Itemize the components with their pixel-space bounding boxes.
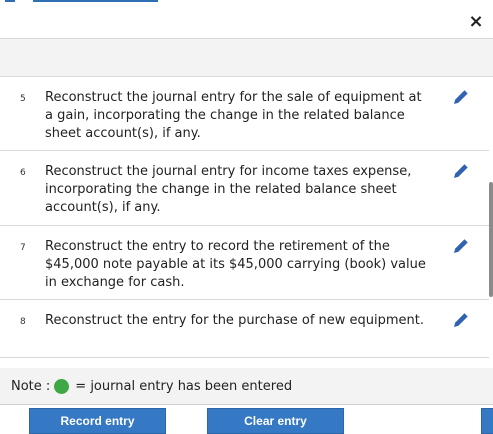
note-legend: Note : = journal entry has been entered	[0, 368, 493, 405]
task-text: Reconstruct the journal entry for the sa…	[45, 90, 422, 141]
task-number: 8	[20, 317, 26, 327]
task-list: 5 Reconstruct the journal entry for the …	[0, 77, 489, 358]
partial-button[interactable]	[481, 408, 493, 434]
note-label: Note :	[11, 378, 51, 394]
edit-pencil-icon[interactable]	[453, 238, 469, 254]
task-number: 6	[20, 168, 26, 178]
close-button[interactable]: ×	[467, 13, 485, 31]
task-row[interactable]: 8 Reconstruct the entry for the purchase…	[0, 300, 489, 358]
task-row[interactable]: 6 Reconstruct the journal entry for inco…	[0, 151, 489, 226]
task-row[interactable]: 5 Reconstruct the journal entry for the …	[0, 77, 489, 151]
top-tab-indicator	[33, 0, 158, 2]
entered-status-dot-icon	[54, 378, 70, 394]
edit-pencil-icon[interactable]	[453, 89, 469, 105]
task-text: Reconstruct the journal entry for income…	[45, 164, 412, 215]
dialog-title-bar: ×	[0, 3, 493, 39]
close-icon: ×	[468, 11, 484, 32]
task-row[interactable]: 7 Reconstruct the entry to record the re…	[0, 226, 489, 300]
record-entry-button[interactable]: Record entry	[29, 408, 166, 434]
edit-pencil-icon[interactable]	[453, 163, 469, 179]
task-number: 5	[20, 94, 26, 104]
note-legend-text: = journal entry has been entered	[75, 378, 293, 394]
scrollbar-thumb[interactable]	[489, 182, 493, 297]
task-text: Reconstruct the entry for the purchase o…	[45, 313, 425, 328]
edit-pencil-icon[interactable]	[453, 312, 469, 328]
header-band	[0, 39, 493, 77]
clear-entry-button[interactable]: Clear entry	[207, 408, 344, 434]
task-text: Reconstruct the entry to record the reti…	[45, 239, 426, 290]
task-number: 7	[20, 243, 26, 253]
top-tab-indicator	[5, 0, 15, 2]
